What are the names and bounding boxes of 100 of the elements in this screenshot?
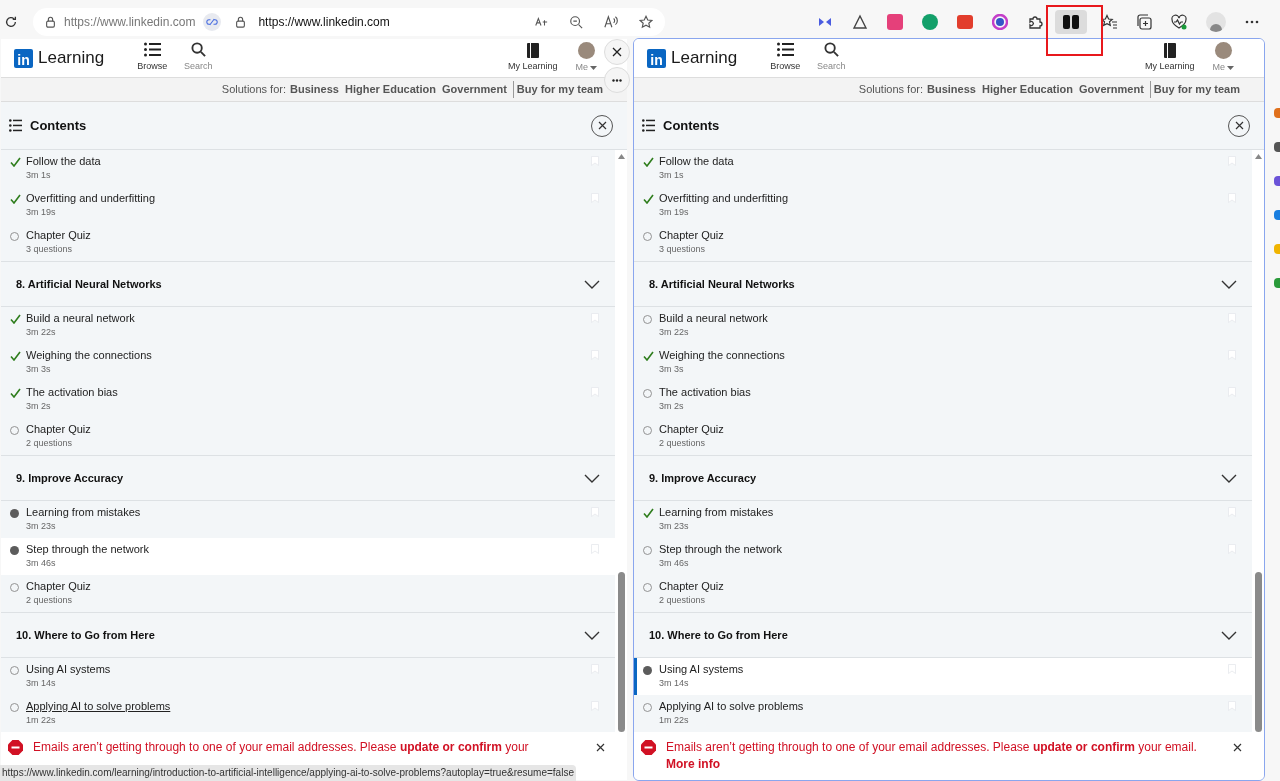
brand-name[interactable]: Learning — [38, 45, 105, 71]
chevron-down-icon[interactable] — [1221, 279, 1237, 289]
lesson-title: Chapter Quiz — [26, 422, 91, 436]
me-label: Me — [575, 60, 588, 74]
extension-icon[interactable] — [852, 14, 868, 30]
lesson-title: Chapter Quiz — [26, 228, 91, 242]
solutions-link[interactable]: Higher Education — [344, 81, 436, 98]
me-menu-button[interactable]: Me — [575, 41, 597, 75]
error-icon — [8, 740, 23, 755]
lock-icon — [45, 16, 56, 28]
star-icon[interactable] — [639, 15, 653, 29]
chapter-header[interactable]: 10. Where to Go from Here — [1, 612, 615, 658]
read-aloud-icon[interactable] — [604, 15, 618, 29]
lesson-title: The activation bias — [26, 385, 118, 399]
lesson-duration: 2 questions — [659, 594, 706, 607]
solutions-link[interactable]: Buy for my team — [1149, 81, 1240, 98]
chapter-header[interactable]: 10. Where to Go from Here — [634, 612, 1252, 658]
lesson-title: Build a neural network — [659, 311, 768, 325]
lesson-duration: 3m 2s — [26, 400, 51, 413]
lesson-item[interactable]: Step through the network 3m 46s — [1, 538, 615, 575]
address-bar[interactable]: https://www.linkedin.com https://www.linkedin.com — [33, 8, 665, 36]
app-icon[interactable] — [1274, 108, 1280, 118]
solutions-link[interactable]: Business — [927, 81, 976, 98]
chapter-header[interactable]: 9. Improve Accuracy — [634, 455, 1252, 501]
url-text[interactable]: https://www.linkedin.com — [258, 13, 390, 31]
lesson-duration: 2 questions — [26, 594, 73, 607]
lesson-duration: 1m 22s — [26, 714, 56, 727]
scrollbar-thumb[interactable] — [1254, 572, 1262, 732]
browse-button[interactable]: Browse — [137, 42, 168, 74]
chevron-down-icon[interactable] — [1221, 473, 1237, 483]
logo-mark[interactable]: in — [14, 48, 33, 68]
lesson-title: Follow the data — [26, 154, 101, 168]
more-icon — [612, 78, 622, 82]
my-learning-button[interactable]: My Learning — [1144, 42, 1195, 74]
extension-icon[interactable] — [957, 14, 973, 30]
chevron-down-icon[interactable] — [1221, 630, 1237, 640]
lesson-duration: 3m 2s — [659, 400, 684, 413]
split-screen-button[interactable] — [1055, 10, 1087, 34]
close-icon[interactable] — [1233, 743, 1242, 752]
solutions-link[interactable]: Business — [290, 81, 339, 98]
browse-button[interactable]: Browse — [770, 42, 801, 74]
chevron-down-icon[interactable] — [584, 473, 600, 483]
lesson-duration: 3m 23s — [659, 520, 689, 533]
solutions-link[interactable]: Higher Education — [981, 81, 1073, 98]
my-learning-button[interactable]: My Learning — [507, 42, 558, 74]
translate-icon[interactable] — [534, 15, 548, 29]
chapter-header[interactable]: 9. Improve Accuracy — [1, 455, 615, 501]
lesson-duration: 3m 14s — [26, 677, 56, 690]
app-icon[interactable] — [1274, 210, 1280, 220]
chevron-down-icon[interactable] — [584, 630, 600, 640]
solutions-link[interactable]: Buy for my team — [512, 81, 603, 98]
search-button[interactable]: Search — [183, 42, 214, 74]
heartbeat-icon[interactable] — [1171, 14, 1187, 30]
chapter-header[interactable]: 8. Artificial Neural Networks — [634, 261, 1252, 307]
lesson-title: Applying AI to solve problems — [659, 699, 804, 713]
avatar — [1214, 41, 1232, 59]
link-icon[interactable] — [203, 13, 222, 31]
lesson-title: The activation bias — [659, 385, 751, 399]
solutions-link[interactable]: Government — [1079, 81, 1144, 98]
book-icon — [1163, 42, 1176, 58]
favorites-icon[interactable] — [1101, 14, 1117, 30]
lesson-duration: 3m 46s — [26, 557, 56, 570]
lesson-duration: 3m 3s — [659, 363, 684, 376]
lesson-duration: 1m 22s — [659, 714, 689, 727]
zoom-out-icon[interactable] — [569, 15, 583, 29]
lesson-duration: 3m 3s — [26, 363, 51, 376]
list-icon — [642, 119, 655, 132]
refresh-icon[interactable] — [4, 15, 18, 29]
avatar — [577, 41, 595, 59]
close-icon — [612, 47, 622, 57]
site-url: https://www.linkedin.com — [64, 14, 196, 31]
lesson-item[interactable]: Using AI systems 3m 14s — [634, 658, 1252, 695]
chapter-header[interactable]: 8. Artificial Neural Networks — [1, 261, 615, 307]
more-icon[interactable] — [1245, 20, 1259, 24]
logo-mark[interactable]: in — [647, 48, 666, 68]
app-icon[interactable] — [1274, 176, 1280, 186]
list-icon — [776, 42, 794, 58]
app-icon[interactable] — [1274, 278, 1280, 288]
error-icon — [641, 740, 656, 755]
chevron-down-icon[interactable] — [584, 279, 600, 289]
scroll-up-icon[interactable] — [1254, 154, 1262, 159]
solutions-link[interactable]: Government — [442, 81, 507, 98]
collections-icon[interactable] — [1136, 14, 1152, 30]
app-icon[interactable] — [1274, 142, 1280, 152]
lesson-duration: 3 questions — [659, 243, 706, 256]
solutions-label: Solutions for: — [858, 82, 923, 98]
lesson-duration: 3m 14s — [659, 677, 689, 690]
puzzle-icon[interactable] — [1027, 14, 1043, 30]
me-menu-button[interactable]: Me — [1212, 41, 1234, 75]
lesson-duration: 3m 19s — [659, 206, 689, 219]
lesson-title: Applying AI to solve problems — [26, 699, 171, 713]
close-icon[interactable] — [596, 743, 605, 752]
profile-avatar[interactable] — [1206, 12, 1226, 32]
scroll-up-icon[interactable] — [617, 154, 625, 159]
scrollbar-thumb[interactable] — [617, 572, 625, 732]
brand-name[interactable]: Learning — [671, 45, 738, 71]
search-icon — [823, 42, 839, 58]
lesson-title: Follow the data — [659, 154, 734, 168]
search-button[interactable]: Search — [816, 42, 847, 74]
extension-icon[interactable] — [992, 14, 1008, 30]
